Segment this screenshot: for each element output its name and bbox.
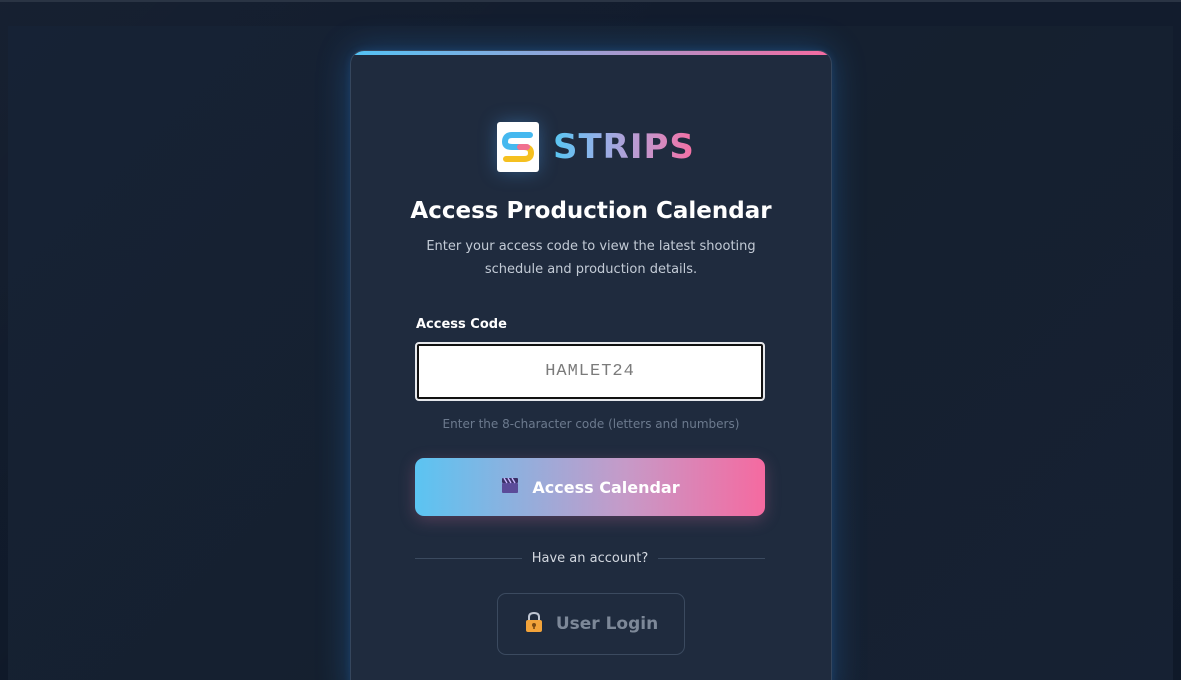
divider-line-right — [658, 557, 765, 559]
clapperboard-icon — [500, 476, 520, 498]
strips-logo-icon — [497, 122, 539, 172]
top-border — [0, 0, 1181, 2]
access-code-help: Enter the 8-character code (letters and … — [442, 417, 740, 431]
user-login-button[interactable]: User Login — [497, 593, 685, 655]
brand-name: STRIPS — [553, 127, 695, 167]
page-title: Access Production Calendar — [410, 198, 772, 224]
user-login-label: User Login — [555, 614, 659, 634]
access-code-input[interactable] — [415, 342, 765, 401]
page-subtitle: Enter your access code to view the lates… — [426, 239, 756, 277]
access-card: STRIPS Access Production Calendar Enter … — [350, 50, 832, 680]
brand-logo: STRIPS — [497, 119, 694, 175]
account-divider: Have an account? — [415, 548, 765, 568]
access-calendar-button[interactable]: Access Calendar — [415, 458, 765, 516]
access-code-label: Access Code — [416, 317, 507, 332]
lock-icon — [524, 611, 544, 638]
divider-line-left — [415, 557, 522, 559]
page: STRIPS Access Production Calendar Enter … — [0, 0, 1181, 680]
access-calendar-label: Access Calendar — [532, 477, 680, 497]
card-accent-bar — [351, 51, 831, 55]
divider-text: Have an account? — [531, 550, 649, 566]
